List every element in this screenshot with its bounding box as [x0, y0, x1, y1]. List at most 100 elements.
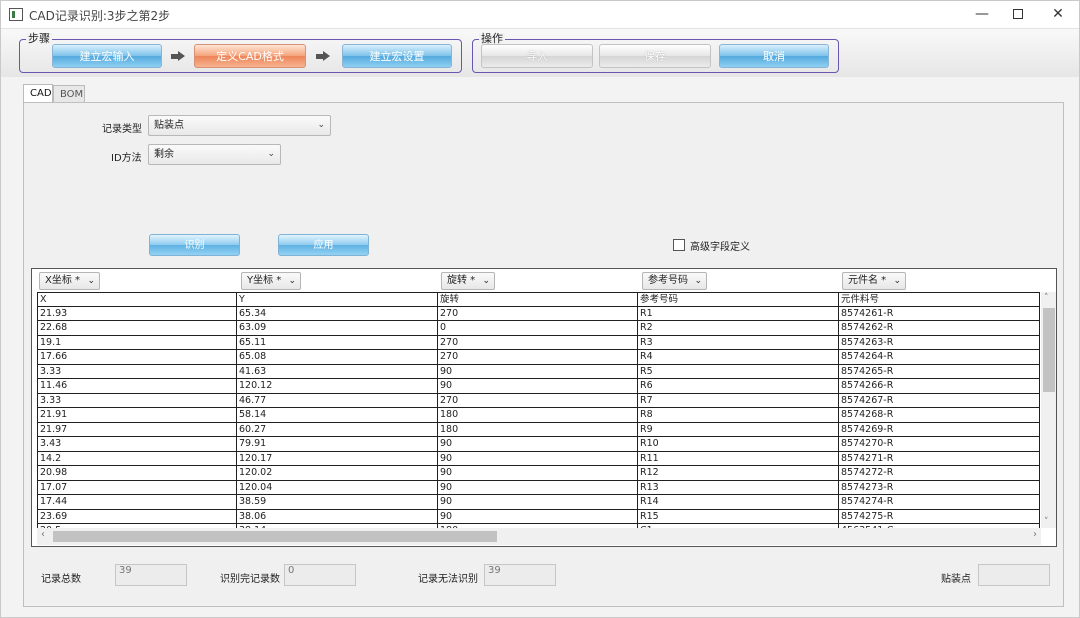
vertical-scroll-thumb[interactable]: [1043, 308, 1055, 392]
table-cell[interactable]: R1: [638, 306, 839, 320]
tab-bom[interactable]: BOM: [53, 85, 85, 102]
table-cell[interactable]: 270: [438, 306, 638, 320]
scroll-left-icon[interactable]: ‹: [41, 529, 45, 540]
table-cell[interactable]: R8: [638, 408, 839, 422]
table-header-row[interactable]: X Y 旋转 参考号码 元件料号: [37, 292, 1040, 307]
table-cell[interactable]: 8574273-R: [839, 480, 1040, 494]
record-type-select[interactable]: 贴装点 ⌄: [148, 115, 331, 136]
close-button[interactable]: ✕: [1039, 1, 1077, 29]
table-cell[interactable]: 8574262-R: [839, 321, 1040, 335]
table-cell[interactable]: 8574274-R: [839, 495, 1040, 509]
table-cell[interactable]: 79.91: [237, 437, 438, 451]
table-cell[interactable]: 3.43: [37, 437, 237, 451]
table-cell[interactable]: R12: [638, 466, 839, 480]
apply-button[interactable]: 应用: [278, 234, 369, 256]
table-cell[interactable]: R13: [638, 480, 839, 494]
table-cell[interactable]: 8574264-R: [839, 350, 1040, 364]
table-cell[interactable]: 22.68: [37, 321, 237, 335]
table-cell[interactable]: 8574269-R: [839, 422, 1040, 436]
table-cell[interactable]: 11.46: [37, 379, 237, 393]
table-cell[interactable]: 8574263-R: [839, 335, 1040, 349]
table-cell[interactable]: 270: [438, 335, 638, 349]
table-cell[interactable]: 58.14: [237, 408, 438, 422]
table-cell[interactable]: 90: [438, 437, 638, 451]
table-cell[interactable]: 元件料号: [839, 293, 1040, 306]
table-cell[interactable]: 3.33: [37, 364, 237, 378]
table-cell[interactable]: 8574261-R: [839, 306, 1040, 320]
table-cell[interactable]: 90: [438, 451, 638, 465]
table-cell[interactable]: 65.08: [237, 350, 438, 364]
table-row[interactable]: 3.43 79.91 90 R10 8574270-R: [37, 437, 1040, 452]
table-cell[interactable]: 90: [438, 466, 638, 480]
tab-cad[interactable]: CAD: [23, 84, 53, 103]
table-cell[interactable]: 8574271-R: [839, 451, 1040, 465]
maximize-button[interactable]: [999, 1, 1037, 29]
step-build-macro-settings-button[interactable]: 建立宏设置: [342, 44, 452, 68]
table-cell[interactable]: R5: [638, 364, 839, 378]
table-cell[interactable]: 38.06: [237, 509, 438, 523]
table-cell[interactable]: 17.66: [37, 350, 237, 364]
table-cell[interactable]: 38.59: [237, 495, 438, 509]
table-cell[interactable]: R14: [638, 495, 839, 509]
table-cell[interactable]: 90: [438, 480, 638, 494]
horizontal-scroll-thumb[interactable]: [53, 531, 497, 542]
table-cell[interactable]: 270: [438, 350, 638, 364]
advanced-field-checkbox[interactable]: [673, 239, 685, 251]
table-cell[interactable]: 8574267-R: [839, 393, 1040, 407]
table-cell[interactable]: 3.33: [37, 393, 237, 407]
column-selector-x[interactable]: X坐标 * ⌄: [39, 272, 100, 290]
table-cell[interactable]: 旋转: [438, 293, 638, 306]
table-cell[interactable]: 20.98: [37, 466, 237, 480]
table-row[interactable]: 17.07 120.04 90 R13 8574273-R: [37, 480, 1040, 495]
table-cell[interactable]: R2: [638, 321, 839, 335]
table-cell[interactable]: 17.44: [37, 495, 237, 509]
table-row[interactable]: 22.68 63.09 0 R2 8574262-R: [37, 321, 1040, 336]
table-cell[interactable]: 21.91: [37, 408, 237, 422]
identify-button[interactable]: 识别: [149, 234, 240, 256]
table-row[interactable]: 14.2 120.17 90 R11 8574271-R: [37, 451, 1040, 466]
table-cell[interactable]: 90: [438, 379, 638, 393]
horizontal-scrollbar[interactable]: ‹ ›: [37, 528, 1041, 545]
table-cell[interactable]: 21.97: [37, 422, 237, 436]
table-cell[interactable]: 63.09: [237, 321, 438, 335]
minimize-button[interactable]: —: [963, 1, 1001, 29]
table-row[interactable]: 21.91 58.14 180 R8 8574268-R: [37, 408, 1040, 423]
table-cell[interactable]: 19.1: [37, 335, 237, 349]
table-cell[interactable]: 21.93: [37, 306, 237, 320]
step-build-macro-input-button[interactable]: 建立宏输入: [52, 44, 162, 68]
cancel-button[interactable]: 取消: [719, 44, 829, 68]
table-cell[interactable]: 17.07: [37, 480, 237, 494]
table-cell[interactable]: 8574275-R: [839, 509, 1040, 523]
table-cell[interactable]: R7: [638, 393, 839, 407]
table-cell[interactable]: 90: [438, 495, 638, 509]
table-cell[interactable]: 41.63: [237, 364, 438, 378]
table-row[interactable]: 21.97 60.27 180 R9 8574269-R: [37, 422, 1040, 437]
column-selector-reference[interactable]: 参考号码 ⌄: [642, 272, 707, 290]
table-cell[interactable]: 46.77: [237, 393, 438, 407]
table-cell[interactable]: 参考号码: [638, 293, 839, 306]
table-row[interactable]: 20.98 120.02 90 R12 8574272-R: [37, 466, 1040, 481]
scroll-right-icon[interactable]: ›: [1033, 529, 1037, 540]
table-cell[interactable]: 8574270-R: [839, 437, 1040, 451]
table-cell[interactable]: 90: [438, 364, 638, 378]
column-selector-rotation[interactable]: 旋转 * ⌄: [441, 272, 495, 290]
table-cell[interactable]: R10: [638, 437, 839, 451]
table-cell[interactable]: 23.69: [37, 509, 237, 523]
table-cell[interactable]: 120.17: [237, 451, 438, 465]
table-row[interactable]: 23.69 38.06 90 R15 8574275-R: [37, 509, 1040, 524]
table-cell[interactable]: Y: [237, 293, 438, 306]
save-button[interactable]: 保存: [599, 44, 711, 68]
table-cell[interactable]: R11: [638, 451, 839, 465]
table-cell[interactable]: 120.02: [237, 466, 438, 480]
table-cell[interactable]: 60.27: [237, 422, 438, 436]
table-cell[interactable]: R4: [638, 350, 839, 364]
step-define-cad-format-button[interactable]: 定义CAD格式: [194, 44, 306, 68]
table-cell[interactable]: R6: [638, 379, 839, 393]
table-cell[interactable]: 8574268-R: [839, 408, 1040, 422]
table-cell[interactable]: R9: [638, 422, 839, 436]
table-cell[interactable]: R3: [638, 335, 839, 349]
table-cell[interactable]: 120.12: [237, 379, 438, 393]
import-button[interactable]: 导入: [481, 44, 593, 68]
table-cell[interactable]: 90: [438, 509, 638, 523]
table-row[interactable]: 3.33 41.63 90 R5 8574265-R: [37, 364, 1040, 379]
